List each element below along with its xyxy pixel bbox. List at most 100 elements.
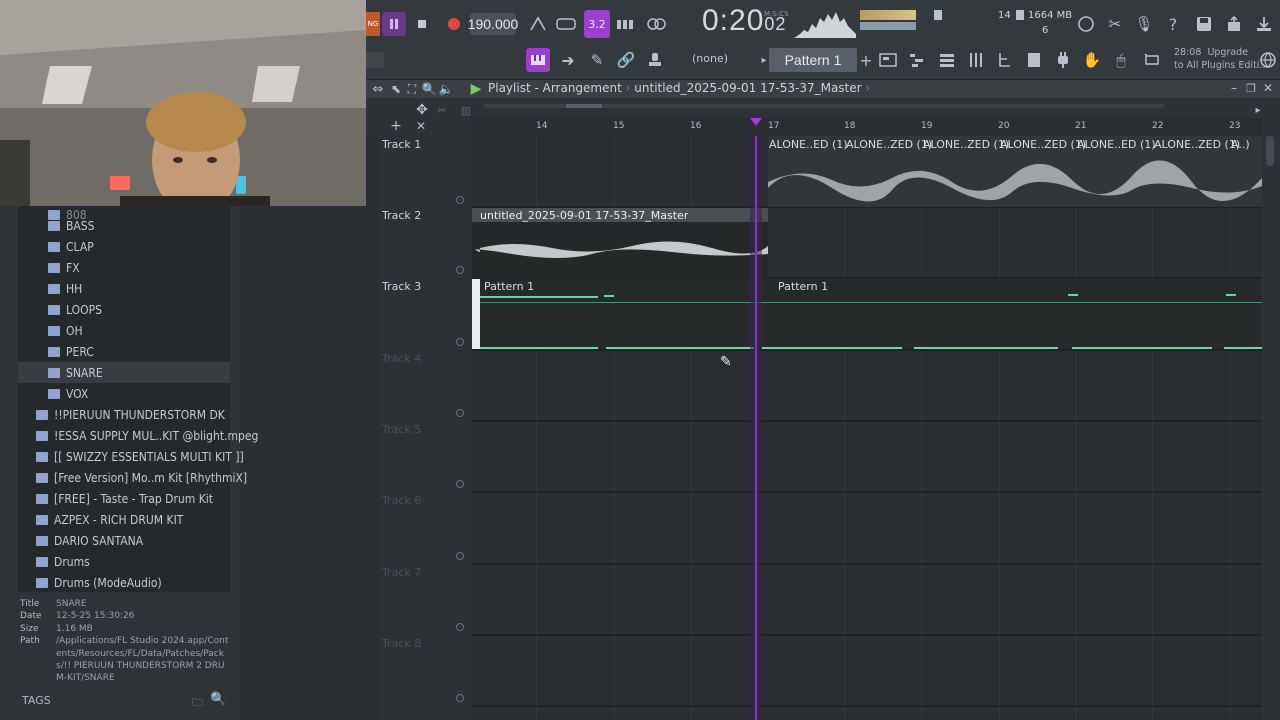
browser-folder-selected[interactable]: SNARE xyxy=(18,362,230,383)
track-mute-dot[interactable] xyxy=(456,480,464,488)
slice-tool-icon[interactable]: ✂ xyxy=(430,98,454,122)
folder-icon xyxy=(36,430,48,441)
pattern-clip[interactable]: Pattern 1 xyxy=(778,280,828,294)
scroll-thumb[interactable] xyxy=(566,104,602,108)
mouse-icon[interactable]: 🖱 xyxy=(1109,48,1133,72)
browser-folder[interactable]: PERC xyxy=(48,341,94,362)
piano-roll-icon[interactable] xyxy=(526,48,550,72)
search-icon[interactable]: 🔍 xyxy=(210,692,226,707)
browser-tree-icon[interactable] xyxy=(993,48,1017,72)
countdown-toggle[interactable]: 3.2 xyxy=(584,10,610,38)
browser-pack[interactable]: AZPEX - RICH DRUM KIT xyxy=(36,509,183,530)
playlist-icon[interactable] xyxy=(876,48,900,72)
track-mute-dot[interactable] xyxy=(456,266,464,274)
track-label[interactable]: Track 1 xyxy=(382,138,421,151)
pattern-clip[interactable]: Pattern 1 xyxy=(484,280,534,294)
pause-button[interactable] xyxy=(382,12,406,36)
audio-clip[interactable]: ALONE..ZED (1) xyxy=(1154,138,1240,152)
info-key: Size xyxy=(20,623,39,634)
audio-clip[interactable]: ALONE..ED (1) xyxy=(769,138,848,152)
browser-folder[interactable]: VOX xyxy=(48,383,88,404)
browser-folder[interactable]: BASS xyxy=(48,215,95,236)
playlist-grid[interactable]: ALONE..ED (1) ALONE..ZED (1) ALONE..ZED … xyxy=(472,136,1262,720)
audio-clip[interactable]: ALONE..ZED (1) xyxy=(1000,138,1086,152)
metronome-icon[interactable] xyxy=(526,12,550,36)
help-icon[interactable]: ? xyxy=(1161,12,1185,36)
folder-outline-icon[interactable]: 🗀 xyxy=(192,694,203,713)
download-icon[interactable] xyxy=(1252,12,1276,36)
record-button[interactable] xyxy=(442,12,466,36)
piano-roll-window-icon[interactable] xyxy=(906,48,930,72)
track-mute-dot[interactable] xyxy=(456,552,464,560)
channel-selector[interactable]: (none) xyxy=(692,52,728,65)
browser-folder[interactable]: LOOPS xyxy=(48,299,102,320)
playlist-project-name: untitled_2025-09-01 17-53-37_Master xyxy=(634,81,862,95)
add-pattern-button[interactable]: + xyxy=(854,48,878,72)
track-mute-dot[interactable] xyxy=(456,694,464,702)
browser-folder[interactable]: FX xyxy=(48,257,80,278)
export-icon[interactable] xyxy=(1222,12,1246,36)
plug-icon[interactable] xyxy=(1051,48,1075,72)
link-icon[interactable]: 🔗 xyxy=(614,48,638,72)
track-label[interactable]: Track 6 xyxy=(382,494,421,507)
close-icon[interactable]: ✕ xyxy=(1256,76,1280,100)
voices-value: 6 xyxy=(1042,25,1049,36)
track-label[interactable]: Track 5 xyxy=(382,423,421,436)
blend-notes-icon[interactable] xyxy=(614,12,638,36)
stamp-icon[interactable] xyxy=(643,48,667,72)
track-label[interactable]: Track 2 xyxy=(382,209,421,222)
master-audio-clip[interactable]: untitled_2025-09-01 17-53-37_Master xyxy=(480,209,688,223)
timeline-ruler[interactable]: 14 15 16 17 18 19 20 21 22 23 xyxy=(472,118,1262,136)
song-mode-indicator[interactable]: NG xyxy=(366,12,380,36)
touch-keyboard-icon[interactable]: ✋ xyxy=(1080,48,1104,72)
mixer-icon[interactable] xyxy=(964,48,988,72)
track-label[interactable]: Track 7 xyxy=(382,566,421,579)
browser-pack[interactable]: !ESSA SUPPLY MUL..KIT @blight.mpeg xyxy=(36,425,258,446)
upgrade-date: 28:08 xyxy=(1174,47,1202,58)
track-mute-dot[interactable] xyxy=(456,623,464,631)
browser-folder[interactable]: CLAP xyxy=(48,236,94,257)
tempo-display[interactable]: 190.000 xyxy=(468,13,518,35)
microphone-icon[interactable]: 🎙 xyxy=(1132,12,1156,36)
upgrade-notice[interactable]: 28:08 Upgrade to All Plugins Editi.. xyxy=(1174,46,1265,72)
globe-icon[interactable] xyxy=(1256,48,1280,72)
browser-pack[interactable]: [Free Version] Mo..m Kit [RhythmiX] xyxy=(36,467,247,488)
pencil-icon[interactable]: ✎ xyxy=(585,48,609,72)
browser-pack[interactable]: Drums (ModeAudio) xyxy=(36,572,162,593)
browser-folder[interactable]: HH xyxy=(48,278,82,299)
pattern-selector[interactable]: Pattern 1 xyxy=(769,48,857,72)
track-mute-dot[interactable] xyxy=(456,409,464,417)
track-label[interactable]: Track 4 xyxy=(382,352,421,365)
playhead-marker[interactable] xyxy=(750,118,762,128)
shop-icon[interactable] xyxy=(1140,48,1164,72)
audio-clip[interactable]: ALONE..ZED (1) xyxy=(923,138,1009,152)
stop-button[interactable] xyxy=(410,12,434,36)
track-mute-dot[interactable] xyxy=(456,338,464,346)
track-label[interactable]: Track 3 xyxy=(382,280,421,293)
audio-clip[interactable]: A..) xyxy=(1231,138,1250,152)
loop-record-icon[interactable] xyxy=(644,12,668,36)
track-mute-dot[interactable] xyxy=(456,196,464,204)
channel-rack-icon[interactable] xyxy=(935,48,959,72)
browser-pack[interactable]: [[ SWIZZY ESSENTIALS MULTI KIT ]] xyxy=(36,446,244,467)
file-icon[interactable] xyxy=(1022,48,1046,72)
add-track-button[interactable]: + xyxy=(384,114,408,138)
wait-for-input-icon[interactable] xyxy=(554,12,578,36)
vertical-scroll-thumb[interactable] xyxy=(1266,136,1274,166)
snap-indicator[interactable] xyxy=(366,52,384,68)
vertical-scrollbar[interactable] xyxy=(1262,136,1280,720)
browser-folder[interactable]: OH xyxy=(48,320,83,341)
remove-track-button[interactable]: ✕ xyxy=(409,114,433,138)
track-label[interactable]: Track 8 xyxy=(382,637,421,650)
browser-pack[interactable]: [FREE] - Taste - Trap Drum Kit xyxy=(36,488,213,509)
browser-pack[interactable]: DARIO SANTANA xyxy=(36,530,143,551)
arrow-right-icon[interactable]: ➜ xyxy=(556,48,580,72)
save-icon[interactable] xyxy=(1192,12,1216,36)
audio-clip[interactable]: ALONE..ZED (1) xyxy=(846,138,932,152)
tools-icon[interactable]: ✂ xyxy=(1103,12,1127,36)
pack-label: [[ SWIZZY ESSENTIALS MULTI KIT ]] xyxy=(54,449,244,464)
audio-clip[interactable]: ALONE..ED (1) xyxy=(1077,138,1156,152)
browser-pack[interactable]: Drums xyxy=(36,551,90,572)
undo-history-icon[interactable] xyxy=(1074,12,1098,36)
browser-pack[interactable]: !!PIERUUN THUNDERSTORM DK xyxy=(36,404,225,425)
